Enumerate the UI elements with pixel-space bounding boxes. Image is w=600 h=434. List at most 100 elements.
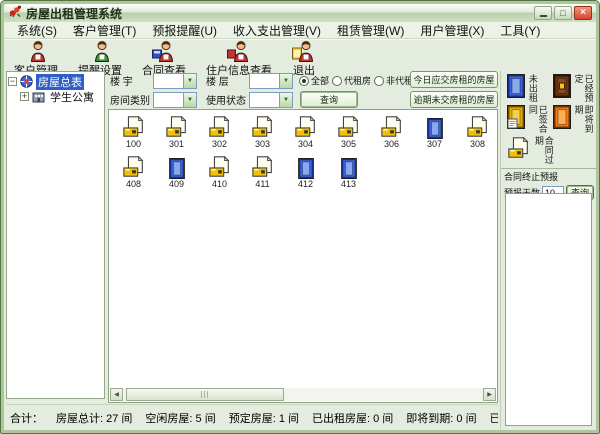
room-item[interactable]: 413 <box>327 155 370 189</box>
tree-node[interactable]: − 房屋总表 <box>8 74 103 89</box>
room-item[interactable]: 306 <box>370 115 413 149</box>
usage-status-select[interactable]: ▼ <box>249 92 293 108</box>
room-number: 100 <box>126 140 141 149</box>
filter-panel: 楼 宇 ▼ 楼 层 ▼ 全部代租房非代租房 房间类别 ▼ 使用状态 ▼ 查询 今… <box>108 71 498 109</box>
radio-icon[interactable] <box>374 76 384 86</box>
paper-envelope-icon <box>122 155 146 179</box>
menu-item[interactable]: 工具(Y) <box>492 21 548 40</box>
query-button[interactable]: 查询 <box>300 91 358 108</box>
room-number: 305 <box>341 140 356 149</box>
person-disk-icon <box>152 40 176 62</box>
room-item[interactable]: 303 <box>241 115 284 149</box>
forecast-result-list[interactable] <box>505 193 592 426</box>
room-item[interactable]: 302 <box>198 115 241 149</box>
room-grid: 100 301302 303 304 305 306307 308 408409 410 411… <box>108 109 498 403</box>
room-number: 412 <box>298 180 313 189</box>
status-stat: 空闲房屋: 5 间 <box>145 410 215 426</box>
door-yellow-paper-icon <box>507 105 525 129</box>
menu-item[interactable]: 收入支出管理(V) <box>225 21 329 40</box>
room-item[interactable]: 100 <box>112 115 155 149</box>
chevron-down-icon[interactable]: ▼ <box>183 74 196 88</box>
status-stat: 已出租房屋: 0 间 <box>312 410 393 426</box>
radio-icon[interactable] <box>332 76 342 86</box>
menu-item[interactable]: 系统(S) <box>9 21 65 40</box>
minimize-button[interactable] <box>534 6 552 20</box>
room-number: 410 <box>212 180 227 189</box>
floor-select[interactable]: ▼ <box>249 73 293 89</box>
room-item[interactable]: 410 <box>198 155 241 189</box>
menu-item[interactable]: 用户管理(X) <box>412 21 492 40</box>
room-item[interactable]: 305 <box>327 115 370 149</box>
scroll-left-icon[interactable]: ◀ <box>110 388 123 401</box>
paper-envelope-icon <box>380 115 404 139</box>
room-item[interactable]: 408 <box>112 155 155 189</box>
menu-item[interactable]: 预报提醒(U) <box>144 21 225 40</box>
overdue-button[interactable]: 逾期未交房租的房屋 <box>410 91 498 108</box>
room-type-select[interactable]: ▼ <box>153 92 197 108</box>
scrollbar-thumb[interactable] <box>126 388 284 401</box>
legend-label: 已签合同 <box>527 105 547 136</box>
tree-node-label[interactable]: 房屋总表 <box>36 74 84 90</box>
room-item[interactable]: 411 <box>241 155 284 189</box>
radio-option[interactable]: 代租房 <box>332 74 371 87</box>
room-item[interactable]: 307 <box>413 115 456 149</box>
toolbar: 客户管理提醒设置合同查看住户信息查看退出 <box>4 39 596 70</box>
legend-label: 未出租 <box>527 74 537 103</box>
legend-label: 已经预定 <box>573 74 593 105</box>
tree-node[interactable]: + 学生公寓 <box>20 89 103 104</box>
room-type-label: 房间类别 <box>110 92 150 107</box>
legend-item: 即将到期 <box>553 105 594 136</box>
menu-item[interactable]: 租赁管理(W) <box>329 21 412 40</box>
menu-item[interactable]: 客户管理(T) <box>65 21 144 40</box>
chevron-down-icon[interactable]: ▼ <box>183 93 196 107</box>
due-today-button[interactable]: 今日应交房租的房屋 <box>410 71 498 88</box>
chevron-down-icon[interactable]: ▼ <box>279 74 292 88</box>
room-item[interactable]: 409 <box>155 155 198 189</box>
room-number: 413 <box>341 180 356 189</box>
radio-icon[interactable] <box>299 76 309 86</box>
title-bar[interactable]: 房屋出租管理系统 □ × <box>4 4 596 22</box>
status-prefix: 合计： <box>10 410 43 426</box>
legend-item: 未出租 <box>507 74 553 105</box>
status-bar: 合计： 房屋总计: 27 间空闲房屋: 5 间预定房屋: 1 间已出租房屋: 0… <box>6 404 498 430</box>
tree-node-label[interactable]: 学生公寓 <box>48 89 96 105</box>
building-label: 楼 宇 <box>110 73 150 88</box>
legend-panel: 未出租已签合同合同过期已经预定即将到期 合同终止预报 预报天数 查询 <box>500 71 596 429</box>
status-legend: 未出租已签合同合同过期已经预定即将到期 <box>501 71 596 167</box>
radio-selected[interactable]: 全部 <box>299 74 329 87</box>
room-row: 408409 410 411 412 413 <box>112 155 370 189</box>
globe-icon <box>20 75 33 88</box>
paper-envelope-icon <box>208 155 232 179</box>
paper-envelope-icon <box>208 115 232 139</box>
tree-expander-icon[interactable]: + <box>20 92 29 101</box>
room-item[interactable]: 308 <box>456 115 499 149</box>
paper-envelope-icon <box>294 115 318 139</box>
tree-expander-icon[interactable]: − <box>8 77 17 86</box>
chevron-down-icon[interactable]: ▼ <box>279 93 292 107</box>
door-dark-icon <box>553 74 571 98</box>
paper-envelope-icon <box>507 136 531 160</box>
maximize-button[interactable]: □ <box>554 6 572 20</box>
door-blue-icon <box>169 158 185 179</box>
radio-label: 全部 <box>311 74 329 87</box>
building-select[interactable]: ▼ <box>153 73 197 89</box>
room-number: 303 <box>255 140 270 149</box>
door-orange-icon <box>553 105 571 129</box>
room-item[interactable]: 304 <box>284 115 327 149</box>
building-tree: − 房屋总表 + 学生公寓 <box>6 71 105 399</box>
scroll-right-icon[interactable]: ▶ <box>483 388 496 401</box>
status-stat: 预定房屋: 1 间 <box>229 410 299 426</box>
legend-item: 已经预定 <box>553 74 594 105</box>
horizontal-scrollbar[interactable]: ◀ ▶ <box>110 388 496 401</box>
status-stat: 即将到期: 0 间 <box>406 410 476 426</box>
legend-label: 即将到期 <box>573 105 593 136</box>
room-number: 308 <box>470 140 485 149</box>
room-item[interactable]: 412 <box>284 155 327 189</box>
room-number: 304 <box>298 140 313 149</box>
paper-envelope-icon <box>251 115 275 139</box>
forecast-group-title: 合同终止预报 <box>501 168 596 183</box>
close-button[interactable]: × <box>574 6 592 20</box>
room-item[interactable]: 301 <box>155 115 198 149</box>
door-blue-icon <box>341 158 357 179</box>
paper-envelope-icon <box>122 115 146 139</box>
